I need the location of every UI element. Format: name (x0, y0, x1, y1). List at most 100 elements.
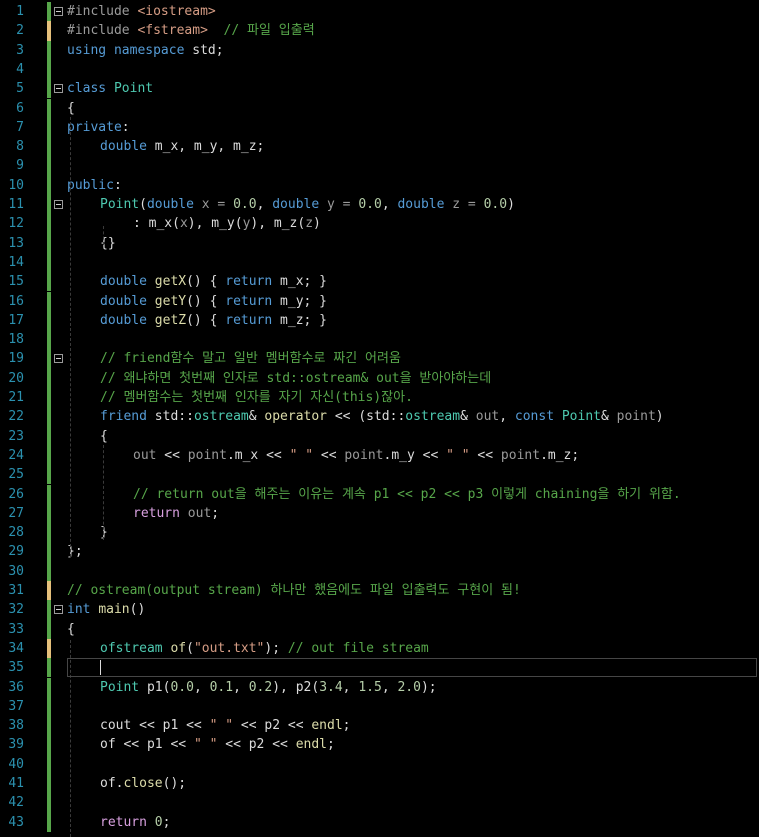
change-tracking-marker (47, 658, 51, 678)
code-line[interactable]: 29}; (0, 542, 759, 562)
code-token: & (248, 409, 265, 425)
code-line[interactable]: 31 // ostream(output stream) 하나만 했음에도 파일 … (0, 581, 759, 601)
code-token: point (344, 447, 384, 463)
line-number: 17 (8, 312, 24, 328)
code-line[interactable]: 17 double getZ() { return m_z; } (0, 310, 759, 331)
line-number: 35 (8, 660, 24, 676)
code-line[interactable]: 18 (0, 330, 759, 350)
code-line[interactable]: 14 (0, 252, 759, 273)
change-tracking-marker (47, 523, 51, 543)
code-line[interactable]: 25 (0, 465, 759, 485)
code-token: { (100, 428, 108, 444)
collapse-icon[interactable] (54, 84, 63, 94)
code-token: : m_x( (133, 216, 180, 232)
collapse-icon[interactable] (54, 7, 63, 16)
change-tracking-marker (47, 195, 51, 215)
code-line[interactable]: 9 (0, 156, 759, 176)
code-line[interactable]: 33 { (0, 619, 759, 639)
code-line[interactable]: 19 // friend함수 말고 일반 멤버함수로 짜긴 어려움 (0, 349, 759, 369)
code-line[interactable]: 5 class Point (0, 79, 759, 99)
change-tracking-marker (47, 581, 51, 601)
code-token: << p2 << (233, 718, 312, 734)
code-line[interactable]: 20 // 왜냐하면 첫번째 인자로 std::ostream& out을 받아야… (0, 368, 759, 388)
text-caret (100, 660, 101, 675)
code-line[interactable]: 26 // return out을 해주는 이유는 계속 p1 << p2 << … (0, 484, 759, 504)
code-line[interactable]: 3 using namespace std; (0, 40, 759, 60)
code-token: ) (313, 216, 321, 232)
change-tracking-marker (47, 561, 51, 581)
collapse-icon[interactable] (54, 354, 63, 364)
code-line[interactable]: 1 #include <iostream> (0, 2, 759, 22)
code-token: .m_y << (383, 447, 447, 463)
code-line[interactable]: 38 cout << p1 << " " << p2 << endl; (0, 716, 759, 736)
code-token: z (305, 216, 314, 232)
ofstream-line: ofstream of("out.txt"); // out file stre… (100, 639, 429, 658)
code-token: << (156, 447, 188, 463)
code-text: : m_x(x), m_y(y), m_z(z) (133, 214, 321, 233)
code-line[interactable]: 27 return out; (0, 503, 759, 524)
code-line[interactable]: 13{} (0, 233, 759, 253)
code-token: ) (507, 197, 515, 212)
code-text: of << p1 << " " << p2 << endl; (100, 735, 335, 754)
code-line[interactable]: 7 private: (0, 117, 759, 138)
code-line[interactable]: 22 friend std::ostream& operator << (std:… (0, 407, 759, 427)
code-line[interactable]: 36 Point p1(0.0, 0.1, 0.2), p2(3.4, 1.5, … (0, 677, 759, 697)
code-line[interactable]: 23 { (0, 426, 759, 446)
change-tracking-marker (47, 233, 51, 253)
code-line[interactable]: 32 int main() (0, 600, 759, 620)
code-token: , (499, 409, 515, 425)
line-number: 12 (8, 216, 24, 232)
code-line[interactable]: 41 of.close(); (0, 774, 759, 794)
line-number: 34 (8, 640, 24, 656)
code-token: // return out을 해주는 이유는 계속 p1 << p2 << p3… (133, 486, 681, 502)
code-token: double (100, 293, 147, 309)
code-line[interactable]: 10 public: (0, 175, 759, 195)
code-line[interactable]: 40 (0, 754, 759, 774)
code-token: public (67, 177, 114, 193)
code-line[interactable]: 8 double m_x, m_y, m_z; (0, 137, 759, 157)
code-line[interactable]: 15 double getX() { return m_x; } (0, 272, 759, 292)
line-number: 10 (8, 177, 24, 193)
code-token: { (67, 621, 75, 637)
code-line[interactable]: 34 ofstream of("out.txt"); // out file st… (0, 638, 759, 659)
code-token: point (187, 447, 227, 463)
code-line[interactable]: 12 : m_x(x), m_y(y), m_z(z) (0, 214, 759, 234)
code-token: private (67, 119, 122, 135)
code-token: .m_x << (226, 447, 290, 463)
code-token: std; (184, 42, 224, 58)
code-token: double (100, 312, 147, 328)
code-token: // 파일 입출력 (207, 23, 315, 39)
change-tracking-marker (47, 619, 51, 639)
code-line[interactable]: 16 double getY() { return m_y; } (0, 291, 759, 311)
code-token: & (601, 409, 617, 425)
code-line[interactable]: 4 (0, 59, 759, 80)
code-token: 0.2 (248, 679, 273, 695)
code-line[interactable]: 43 return 0; (0, 812, 759, 832)
code-line[interactable]: 30 (0, 561, 759, 581)
code-token: Point (561, 409, 601, 425)
change-tracking-marker (47, 79, 51, 99)
code-token: // ostream(output stream) 하나만 했음에도 파일 입출… (67, 583, 521, 598)
code-token: main (98, 602, 130, 618)
code-token: ; (162, 814, 171, 830)
collapse-icon[interactable] (54, 200, 63, 209)
code-line[interactable]: 37 (0, 696, 759, 717)
code-token: m_y; } (272, 293, 328, 309)
code-line[interactable]: 24 out << point.m_x << " " << point.m_y <… (0, 445, 759, 466)
collapse-icon[interactable] (54, 605, 63, 615)
point-constructor: Point(double x = 0.0, double y = 0.0, do… (100, 195, 515, 214)
code-line[interactable]: 21 // 멤버함수는 첫번째 인자를 자기 자신(this)잖아. (0, 388, 759, 408)
code-editor[interactable]: 1 #include <iostream> 2 #include <fstream> … (0, 0, 759, 837)
code-line[interactable]: 2 #include <fstream> // 파일 입출력 (0, 21, 759, 41)
code-token: " " (209, 718, 234, 734)
code-line[interactable]: 42 (0, 793, 759, 813)
code-line[interactable]: 28} (0, 523, 759, 543)
code-text: out << point.m_x << " " << point.m_y << … (133, 446, 579, 465)
code-token: 0.0 (358, 197, 382, 212)
code-line[interactable]: 11 Point(double x = 0.0, double y = 0.0, … (0, 195, 759, 215)
code-line[interactable]: 6{ (0, 98, 759, 118)
code-line[interactable]: 39 of << p1 << " " << p2 << endl; (0, 735, 759, 755)
include-fstream: #include <fstream> // 파일 입출력 (67, 21, 315, 40)
